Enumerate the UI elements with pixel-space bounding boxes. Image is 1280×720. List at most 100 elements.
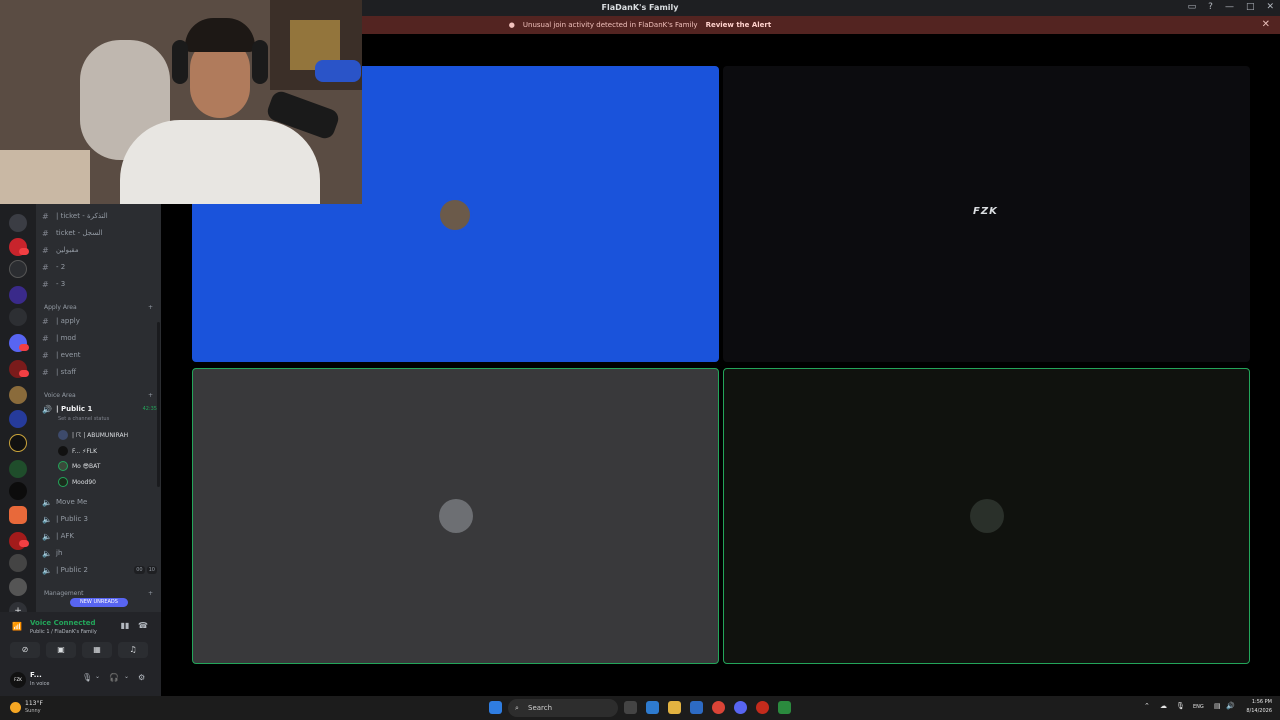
weather-temp[interactable]: 113°F xyxy=(25,700,43,707)
voice-channel-jh[interactable]: 🔈 jh xyxy=(42,546,157,560)
server-icon[interactable] xyxy=(9,482,27,500)
app-icon[interactable] xyxy=(778,701,791,714)
maximize-icon[interactable]: □ xyxy=(1246,2,1255,12)
channel-event[interactable]: # | event xyxy=(42,348,157,362)
channel-mod[interactable]: # | mod xyxy=(42,331,157,345)
user-avatar[interactable]: FZK xyxy=(10,672,26,688)
taskbar-search[interactable]: ⌕ Search xyxy=(508,699,618,717)
voice-connected-subtitle[interactable]: Public 1 / FlaDanK's Family xyxy=(30,629,97,635)
task-view-icon[interactable] xyxy=(624,701,637,714)
activities-button[interactable]: ▦ xyxy=(82,642,112,658)
review-alert-link[interactable]: Review the Alert xyxy=(706,21,772,29)
voice-user[interactable]: Mo 😎BAT xyxy=(58,459,100,473)
signal-icon[interactable]: 📶 xyxy=(10,622,24,634)
text-channel-icon: # xyxy=(42,262,49,272)
minimize-icon[interactable]: — xyxy=(1225,2,1234,12)
voice-channel-public-3[interactable]: 🔈 | Public 3 xyxy=(42,512,157,526)
server-icon[interactable] xyxy=(9,554,27,572)
inbox-icon[interactable]: ▭ xyxy=(1188,2,1197,12)
user-count: 00 xyxy=(134,566,145,574)
noise-suppression-icon[interactable]: ▮▮ xyxy=(118,621,132,633)
server-icon[interactable] xyxy=(9,460,27,478)
voice-channel-afk[interactable]: 🔈 | AFK xyxy=(42,529,157,543)
user-name[interactable]: F... xyxy=(30,671,42,679)
server-icon[interactable] xyxy=(9,434,27,452)
channel-staff[interactable]: # | staff xyxy=(42,365,157,379)
server-icon[interactable] xyxy=(9,214,27,232)
disconnect-icon[interactable]: ☎ xyxy=(136,621,150,633)
add-channel-icon[interactable]: + xyxy=(148,392,153,399)
clock-date[interactable]: 8/14/2026 xyxy=(1242,708,1272,714)
channel-scrollbar[interactable] xyxy=(157,322,160,487)
participant-avatar xyxy=(438,198,472,232)
text-channel-icon: # xyxy=(42,316,49,326)
soundboard-button[interactable]: ♫ xyxy=(118,642,148,658)
voice-channel-public-1[interactable]: 🔊 | Public 1 42:35 xyxy=(42,402,157,416)
channel-2[interactable]: # - 2 xyxy=(42,260,157,274)
new-unreads-pill[interactable]: NEW UNREADS xyxy=(70,598,128,607)
chevron-down-icon[interactable]: ⌄ xyxy=(124,673,129,680)
taskbar: 113°F Sunny ⌕ Search ⌃ ☁ 🎙 ENG ▤ 🔊 1:56 … xyxy=(0,696,1280,720)
file-explorer-icon[interactable] xyxy=(668,701,681,714)
windows-start-icon[interactable] xyxy=(489,701,502,714)
server-icon[interactable] xyxy=(9,286,27,304)
clock-time[interactable]: 1:56 PM xyxy=(1242,699,1272,705)
user-status: In voice xyxy=(30,681,50,687)
category-management[interactable]: Management + xyxy=(44,590,153,597)
help-icon[interactable]: ? xyxy=(1208,2,1213,12)
channel-3[interactable]: # - 3 xyxy=(42,277,157,291)
language-indicator[interactable]: ENG xyxy=(1193,704,1204,710)
server-icon[interactable] xyxy=(9,410,27,428)
channel-ticket[interactable]: # | ticket - التذكرة xyxy=(42,209,157,223)
speaker-icon: 🔊 xyxy=(42,404,52,414)
participant-tile[interactable] xyxy=(723,368,1250,664)
chrome-icon[interactable] xyxy=(712,701,725,714)
text-channel-icon: # xyxy=(42,245,49,255)
tray-icon[interactable]: ☁ xyxy=(1160,702,1167,710)
category-apply-area[interactable]: Apply Area + xyxy=(44,304,153,311)
server-icon[interactable] xyxy=(9,308,27,326)
copilot-icon[interactable] xyxy=(646,701,659,714)
chevron-up-icon[interactable]: ⌃ xyxy=(1144,702,1150,710)
voice-channel-public-2[interactable]: 🔈 | Public 2 00 10 xyxy=(42,563,157,577)
channel-status-hint[interactable]: Set a channel status xyxy=(58,416,109,422)
participant-tile[interactable]: FZK xyxy=(723,66,1250,362)
dismiss-alert-icon[interactable]: ✕ xyxy=(1262,19,1270,30)
add-channel-icon[interactable]: + xyxy=(148,304,153,311)
chevron-down-icon[interactable]: ⌄ xyxy=(95,673,100,680)
weather-icon[interactable] xyxy=(10,702,21,713)
voice-user[interactable]: | ☈ | ABUMUNIRAH xyxy=(58,428,128,442)
discord-icon[interactable] xyxy=(734,701,747,714)
mic-icon[interactable]: 🎙 xyxy=(82,673,92,682)
activities-icon: ▦ xyxy=(93,645,101,654)
participant-tile[interactable] xyxy=(192,368,719,664)
channel-ticket-log[interactable]: # ticket - السجل xyxy=(42,226,157,240)
voice-user[interactable]: Mood90 xyxy=(58,475,96,489)
text-channel-icon: # xyxy=(42,228,49,238)
server-icon[interactable] xyxy=(9,260,27,278)
volume-icon[interactable]: 🔊 xyxy=(1226,702,1235,710)
voice-connected-title[interactable]: Voice Connected xyxy=(30,619,96,627)
camera-off-icon: ⊘ xyxy=(21,645,29,654)
app-icon[interactable] xyxy=(756,701,769,714)
text-channel-icon: # xyxy=(42,279,49,289)
server-icon[interactable] xyxy=(9,386,27,404)
add-channel-icon[interactable]: + xyxy=(148,590,153,597)
voice-channel-move-me[interactable]: 🔈 Move Me xyxy=(42,495,157,509)
voice-user[interactable]: F... ⚡FLK xyxy=(58,444,97,458)
server-icon[interactable] xyxy=(9,578,27,596)
settings-gear-icon[interactable]: ⚙ xyxy=(138,673,145,682)
mic-icon[interactable]: 🎙 xyxy=(1176,702,1185,710)
network-icon[interactable]: ▤ xyxy=(1214,702,1221,710)
store-icon[interactable] xyxy=(690,701,703,714)
screen-share-button[interactable]: ▣ xyxy=(46,642,76,658)
camera-button[interactable]: ⊘ xyxy=(10,642,40,658)
webcam-overlay xyxy=(0,0,362,204)
channel-accepted[interactable]: # مقبولين xyxy=(42,243,157,257)
close-icon[interactable]: ✕ xyxy=(1266,2,1274,12)
speaker-icon: 🔈 xyxy=(42,497,52,507)
headphones-icon[interactable]: 🎧 xyxy=(109,673,119,682)
channel-apply[interactable]: # | apply xyxy=(42,314,157,328)
server-icon[interactable] xyxy=(9,506,27,524)
category-voice-area[interactable]: Voice Area + xyxy=(44,392,153,399)
